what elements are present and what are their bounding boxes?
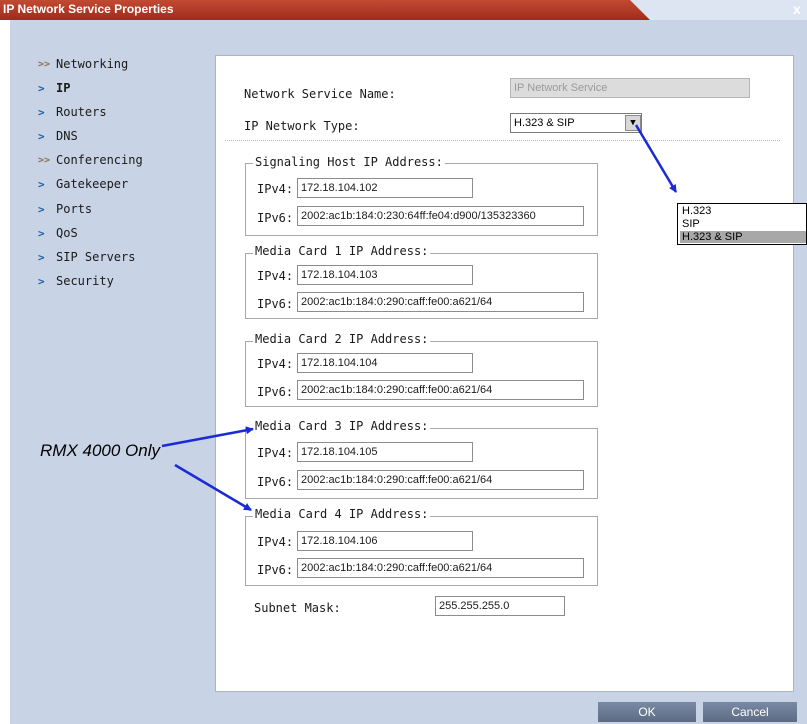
cancel-button[interactable]: Cancel bbox=[703, 702, 797, 722]
media-card-3-arrow bbox=[161, 426, 254, 448]
dropdown-arrow bbox=[634, 124, 678, 193]
ok-button[interactable]: OK bbox=[598, 702, 696, 722]
annotation-arrows bbox=[161, 124, 678, 512]
media-card-4-arrow bbox=[174, 463, 252, 512]
